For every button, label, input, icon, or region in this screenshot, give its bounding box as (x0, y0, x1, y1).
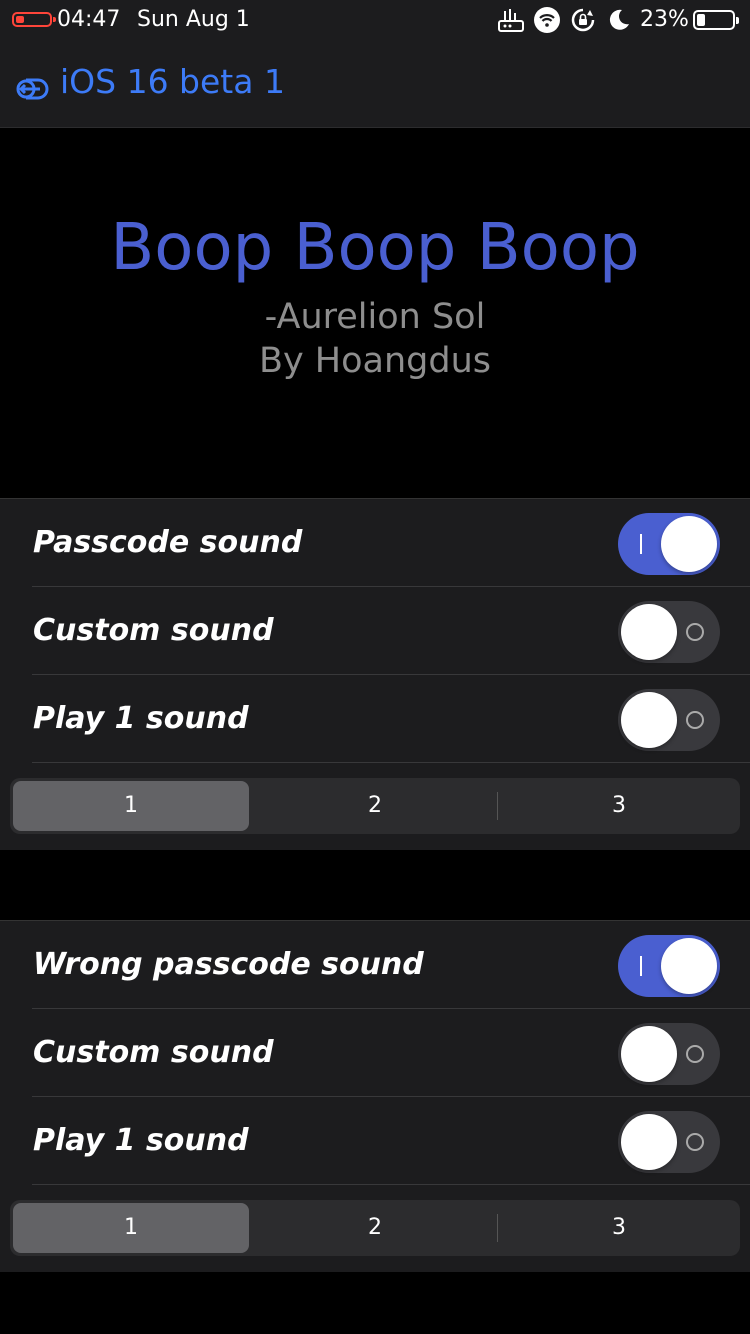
banner-author: By Hoangdus (258, 341, 492, 381)
router-icon (497, 6, 525, 34)
segment-2[interactable]: 2 (257, 781, 493, 831)
segmented-control[interactable]: 1 2 3 (10, 1200, 740, 1256)
back-link-icon[interactable] (16, 76, 50, 102)
back-button[interactable]: iOS 16 beta 1 (60, 62, 285, 101)
toggle-label: Play 1 sound (33, 701, 249, 736)
battery-percent: 23% (640, 7, 689, 32)
toggle-row[interactable]: Play 1 sound (0, 675, 750, 763)
toggle-label: Custom sound (33, 613, 274, 648)
wrong-passcode-sound-toggle[interactable] (618, 935, 720, 997)
banner-title: Boop Boop Boop (110, 211, 640, 285)
toggle-label: Wrong passcode sound (33, 947, 424, 982)
toggle-row[interactable]: Custom sound (0, 587, 750, 675)
toggle-label: Custom sound (33, 1035, 274, 1070)
nav-bar: iOS 16 beta 1 (0, 40, 750, 128)
passcode-sound-toggle[interactable] (618, 513, 720, 575)
status-date: Sun Aug 1 (137, 7, 250, 32)
custom-sound-toggle[interactable] (618, 1023, 720, 1085)
wifi-icon (533, 6, 561, 34)
toggle-row[interactable]: Wrong passcode sound (0, 921, 750, 1009)
segmented-control[interactable]: 1 2 3 (10, 778, 740, 834)
banner-subtitle: -Aurelion Sol (264, 297, 486, 337)
custom-sound-toggle[interactable] (618, 601, 720, 663)
status-bar: 04:47 Sun Aug 1 23% (0, 0, 750, 40)
segment-1[interactable]: 1 (13, 1203, 249, 1253)
settings-group-wrong-passcode: Wrong passcode sound Custom sound Play 1… (0, 920, 750, 1272)
rotation-lock-icon (569, 6, 597, 34)
play-one-sound-toggle[interactable] (618, 1111, 720, 1173)
banner-header: Boop Boop Boop -Aurelion Sol By Hoangdus (0, 129, 750, 498)
segment-3[interactable]: 3 (501, 781, 737, 831)
segment-1[interactable]: 1 (13, 781, 249, 831)
toggle-row[interactable]: Play 1 sound (0, 1097, 750, 1185)
toggle-label: Passcode sound (33, 525, 303, 560)
status-time: 04:47 (57, 7, 121, 32)
toggle-label: Play 1 sound (33, 1123, 249, 1158)
battery-icon (693, 10, 739, 30)
toggle-row[interactable]: Passcode sound (0, 499, 750, 587)
moon-icon (605, 6, 633, 34)
settings-group-passcode: Passcode sound Custom sound Play 1 sound… (0, 498, 750, 850)
segment-3[interactable]: 3 (501, 1203, 737, 1253)
play-one-sound-toggle[interactable] (618, 689, 720, 751)
low-battery-icon (12, 12, 56, 27)
segment-2[interactable]: 2 (257, 1203, 493, 1253)
toggle-row[interactable]: Custom sound (0, 1009, 750, 1097)
